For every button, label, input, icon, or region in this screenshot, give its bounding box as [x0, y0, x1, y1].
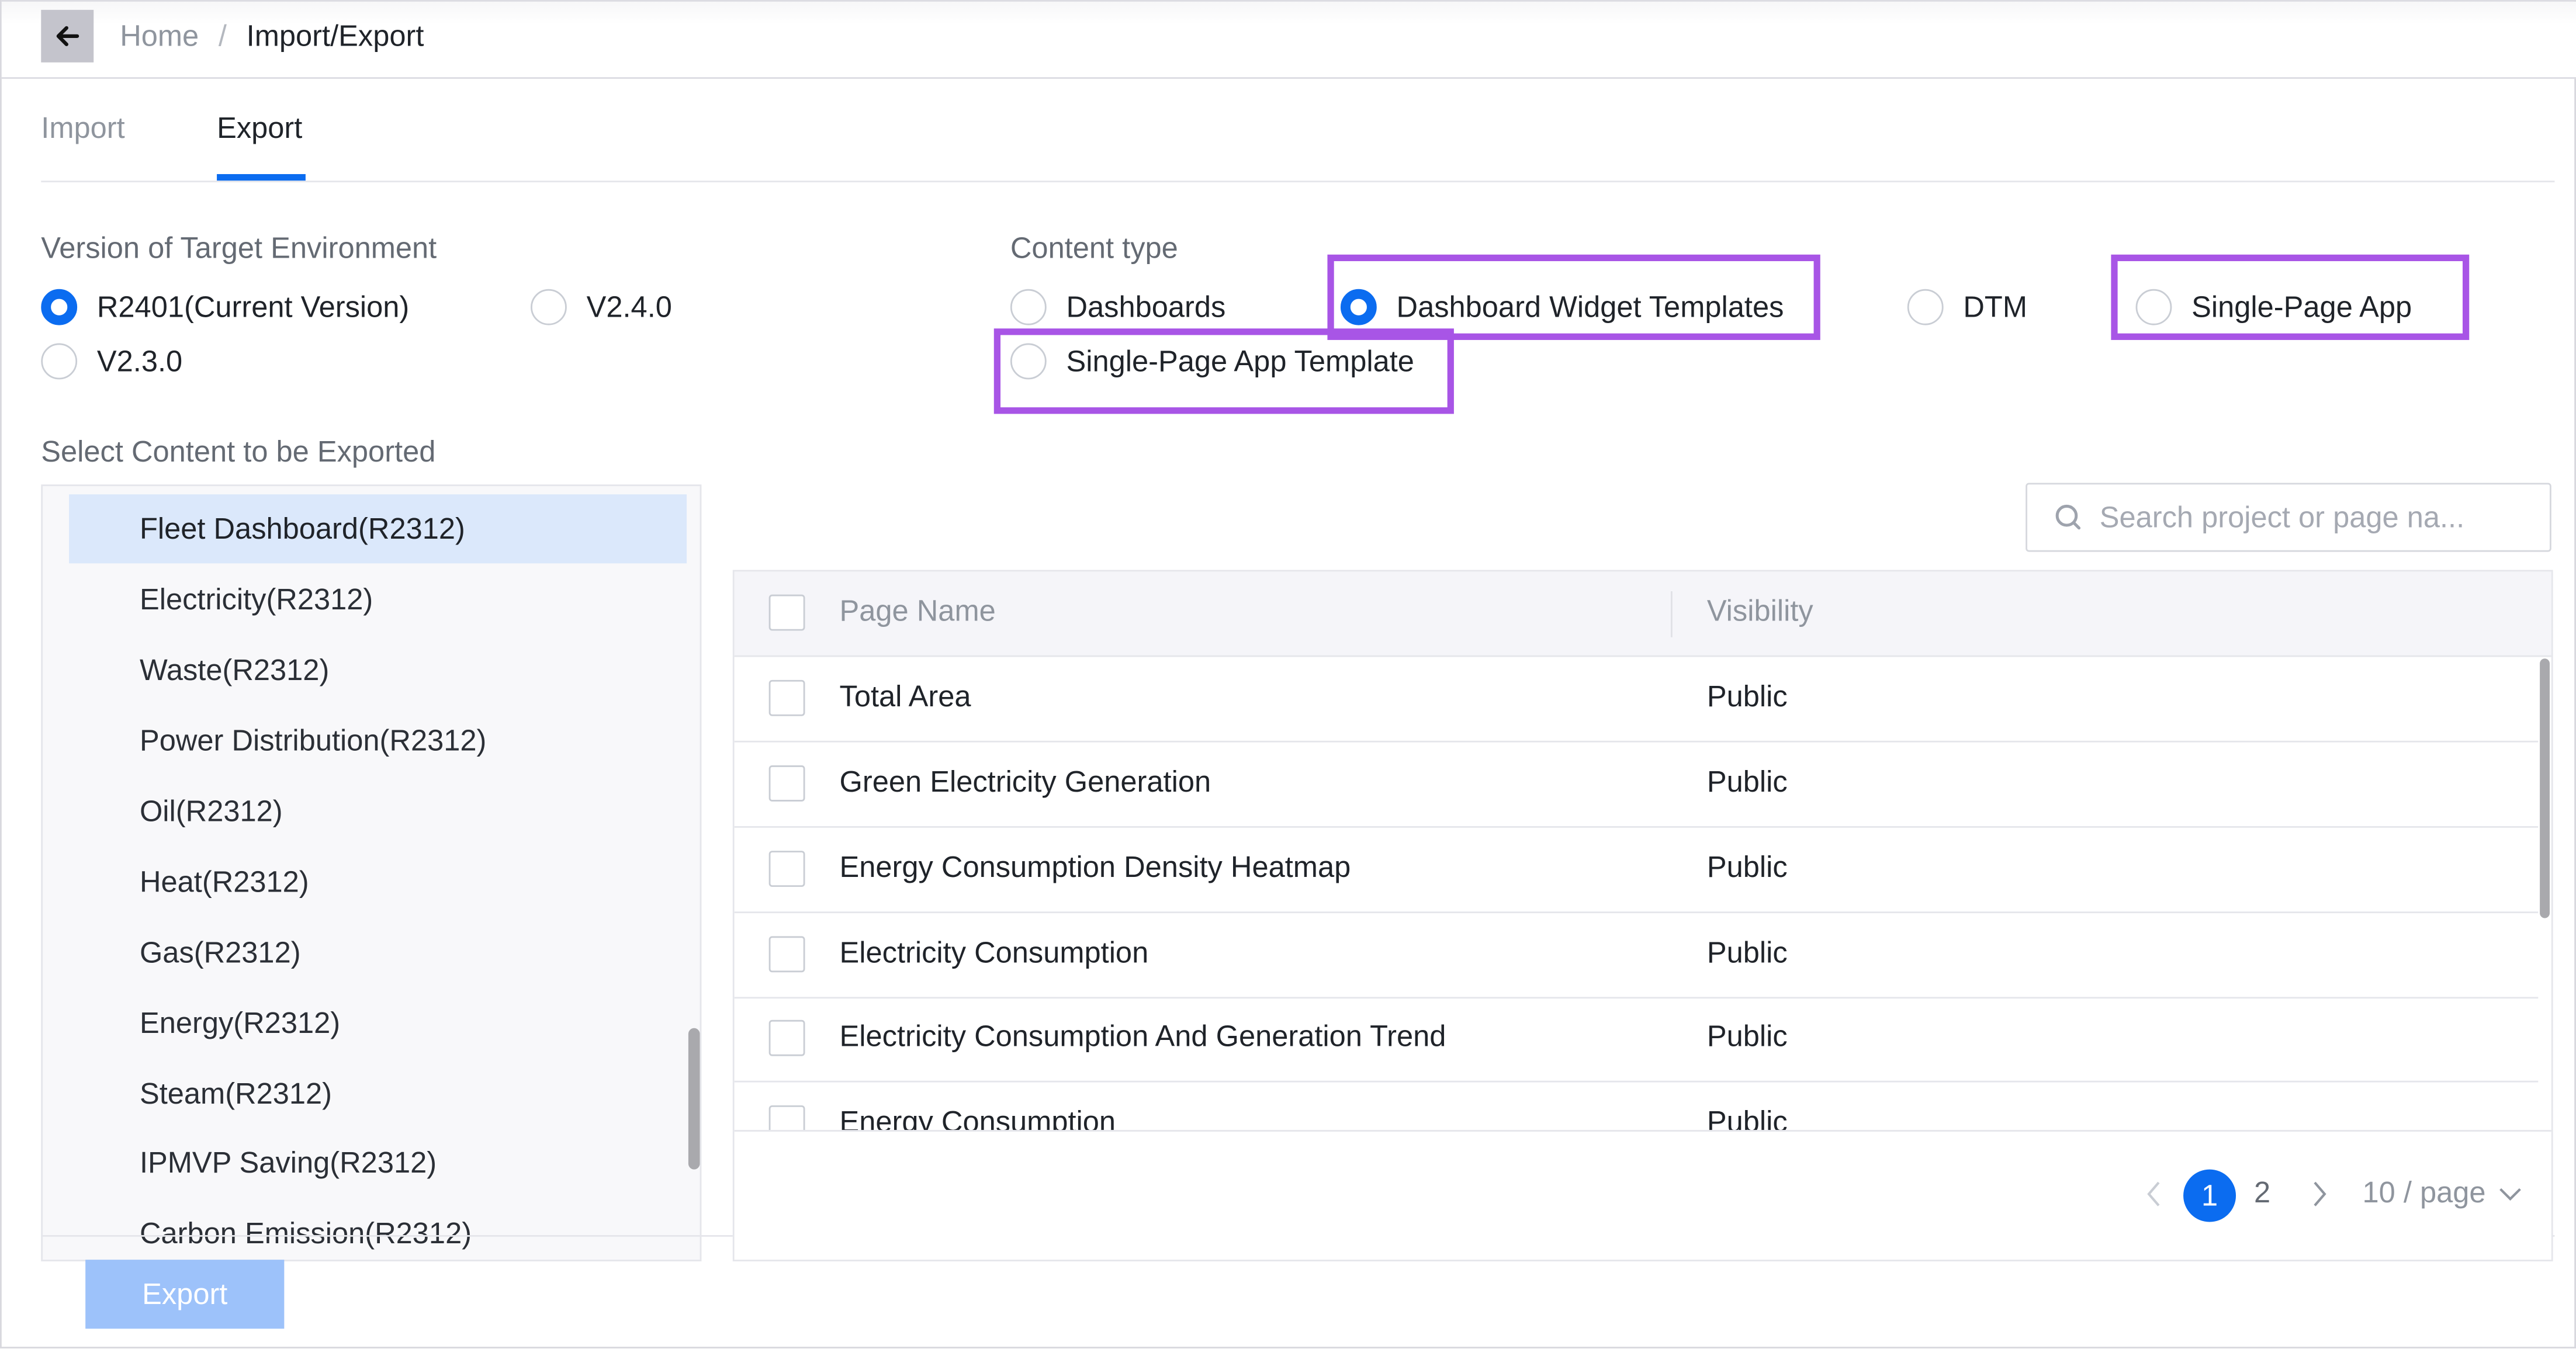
radio-checked-icon — [41, 289, 78, 325]
back-button[interactable] — [41, 9, 94, 63]
tabs-divider — [41, 181, 2555, 183]
project-list-item[interactable]: Oil(R2312) — [69, 777, 687, 846]
table-bottom-border — [734, 1130, 2551, 1132]
cell-visibility: Public — [1706, 765, 1788, 799]
table-row[interactable]: Energy Consumption Public — [735, 1083, 2539, 1130]
project-list-item[interactable]: Electricity(R2312) — [69, 565, 687, 634]
content-type-radio-single-page-app-template[interactable]: Single-Page App Template — [1010, 343, 1414, 380]
export-button[interactable]: Export — [85, 1260, 285, 1329]
row-checkbox[interactable] — [768, 936, 805, 973]
cell-page-name: Electricity Consumption And Generation T… — [839, 1019, 1446, 1053]
column-header-page-name[interactable]: Page Name — [840, 595, 996, 629]
radio-unchecked-icon — [531, 289, 567, 325]
cell-page-name: Electricity Consumption — [839, 936, 1149, 969]
radio-unchecked-icon — [41, 343, 78, 380]
cell-visibility: Public — [1706, 679, 1788, 713]
table-row[interactable]: Energy Consumption Density Heatmap Publi… — [734, 828, 2539, 914]
content-type-radio-dtm[interactable]: DTM — [1907, 289, 2027, 325]
table-header: Page Name Visibility — [734, 571, 2551, 657]
search-icon — [2055, 504, 2081, 530]
radio-label: V2.3.0 — [96, 344, 183, 377]
table-row[interactable]: Green Electricity Generation Public — [734, 743, 2539, 828]
radio-label: Dashboard Widget Templates — [1396, 290, 1784, 323]
cell-visibility: Public — [1706, 936, 1788, 969]
chevron-down-icon — [2499, 1187, 2522, 1200]
chevron-right-icon — [2314, 1181, 2326, 1206]
content-type-radio-single-page-app[interactable]: Single-Page App — [2135, 289, 2412, 325]
import-export-page: Home / Import/Export Import Export Versi… — [0, 0, 2576, 1348]
pages-table: Page Name Visibility Total Area Public G… — [732, 570, 2553, 1262]
radio-label: R2401(Current Version) — [96, 290, 410, 323]
pagination-next-button[interactable] — [2310, 1179, 2330, 1217]
cell-visibility: Public — [1706, 1019, 1788, 1053]
pagination-page-2[interactable]: 2 — [2254, 1176, 2270, 1211]
active-tab-indicator — [217, 174, 306, 181]
radio-unchecked-icon — [1010, 289, 1047, 325]
project-list: Fleet Dashboard(R2312) Electricity(R2312… — [41, 484, 702, 1262]
radio-unchecked-icon — [1907, 289, 1944, 325]
search-input[interactable] — [2099, 500, 2511, 535]
project-list-item[interactable]: Gas(R2312) — [69, 918, 687, 987]
radio-checked-icon — [1340, 289, 1377, 325]
project-list-item[interactable]: IPMVP Saving(R2312) — [69, 1128, 687, 1197]
row-checkbox[interactable] — [768, 1019, 805, 1056]
list-scrollbar[interactable] — [688, 1028, 700, 1170]
tab-import[interactable]: Import — [41, 112, 124, 146]
cell-page-name: Energy Consumption — [839, 1105, 1116, 1130]
row-checkbox[interactable] — [768, 765, 805, 802]
row-checkbox[interactable] — [768, 1105, 805, 1130]
radio-label: DTM — [1963, 290, 2028, 323]
pagination-prev-button[interactable] — [2144, 1179, 2164, 1217]
column-header-visibility[interactable]: Visibility — [1707, 595, 1813, 629]
project-list-item[interactable]: Steam(R2312) — [69, 1059, 687, 1128]
table-row[interactable]: Electricity Consumption And Generation T… — [734, 997, 2539, 1083]
arrow-left-icon — [56, 26, 79, 46]
cell-page-name: Total Area — [839, 679, 971, 713]
header-bar: Home / Import/Export — [1, 0, 2576, 79]
tab-export[interactable]: Export — [217, 112, 302, 146]
row-checkbox[interactable] — [768, 851, 805, 887]
radio-unchecked-icon — [1010, 343, 1047, 380]
cell-page-name: Energy Consumption Density Heatmap — [839, 851, 1351, 884]
table-body: Total Area Public Green Electricity Gene… — [734, 657, 2542, 1130]
version-radio-v240[interactable]: V2.4.0 — [531, 289, 672, 325]
cell-visibility: Public — [1706, 851, 1788, 884]
content-type-radio-dashboard-widget-templates[interactable]: Dashboard Widget Templates — [1340, 289, 1784, 325]
version-label: Version of Target Environment — [41, 231, 437, 265]
column-divider — [1670, 591, 1673, 637]
search-field[interactable] — [2026, 483, 2551, 552]
version-radio-v230[interactable]: V2.3.0 — [41, 343, 183, 380]
table-row[interactable]: Electricity Consumption Public — [734, 913, 2539, 999]
row-checkbox[interactable] — [768, 679, 805, 716]
page-size-select[interactable]: 10 / page — [2363, 1176, 2522, 1211]
table-scrollbar[interactable] — [2540, 658, 2550, 918]
content-type-label: Content type — [1010, 231, 1178, 265]
project-list-item[interactable]: Power Distribution(R2312) — [69, 706, 687, 775]
breadcrumb-separator: / — [218, 19, 227, 53]
breadcrumb-home[interactable]: Home — [120, 20, 199, 54]
chevron-left-icon — [2147, 1181, 2160, 1206]
cell-page-name: Green Electricity Generation — [839, 765, 1211, 799]
project-list-item[interactable]: Carbon Emission(R2312) — [69, 1199, 687, 1260]
radio-label: Single-Page App Template — [1066, 344, 1414, 377]
select-all-checkbox[interactable] — [768, 594, 805, 631]
project-list-item[interactable]: Fleet Dashboard(R2312) — [69, 494, 687, 564]
content-type-radio-dashboards[interactable]: Dashboards — [1010, 289, 1225, 325]
radio-label: Single-Page App — [2191, 290, 2412, 323]
project-list-item[interactable]: Energy(R2312) — [69, 989, 687, 1057]
radio-label: Dashboards — [1066, 290, 1226, 323]
project-list-item[interactable]: Heat(R2312) — [69, 848, 687, 917]
project-list-item[interactable]: Waste(R2312) — [69, 636, 687, 705]
radio-unchecked-icon — [2135, 289, 2172, 325]
version-radio-r2401[interactable]: R2401(Current Version) — [41, 289, 409, 325]
table-row[interactable]: Total Area Public — [734, 657, 2539, 743]
radio-label: V2.4.0 — [586, 290, 672, 323]
breadcrumb-current: Import/Export — [246, 19, 424, 53]
select-content-label: Select Content to be Exported — [41, 435, 436, 469]
pagination-page-1[interactable]: 1 — [2183, 1169, 2236, 1222]
page-size-value: 10 / page — [2362, 1175, 2486, 1209]
cell-visibility: Public — [1706, 1105, 1788, 1130]
